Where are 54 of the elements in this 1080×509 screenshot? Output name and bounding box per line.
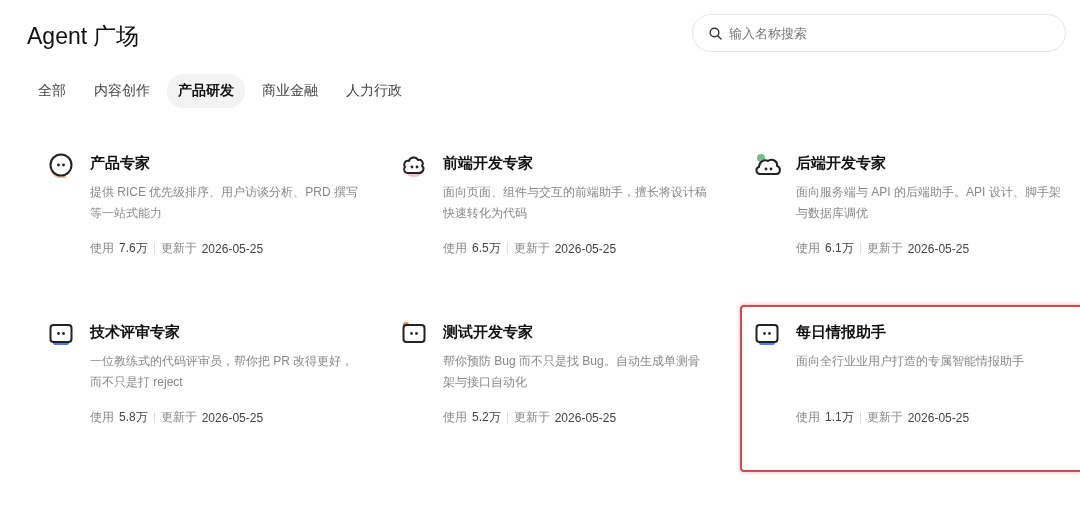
updated-date: 2026-05-25	[201, 241, 264, 256]
agent-card[interactable]: 技术评审专家 一位教练式的代码评审员，帮你把 PR 改得更好，而不只是打 reject 使用 5.8万 更新于 2026-05-25	[34, 305, 377, 472]
updated-label: 更新于	[866, 409, 903, 426]
category-tab[interactable]: 产品研发	[167, 74, 245, 108]
usage-label: 使用	[443, 409, 467, 426]
agent-card[interactable]: 后端开发专家 面向服务端与 API 的后端助手。API 设计、脚手架与数据库调优 使用 6.1万 更新于 2026-05-25	[740, 136, 1080, 303]
usage-label: 使用	[90, 409, 114, 426]
agent-description: 面向全行业业用户打造的专属智能情报助手	[796, 353, 1025, 370]
agent-card[interactable]: 前端开发专家 面向页面、组件与交互的前端助手，擅长将设计稿快速转化为代码 使用 6.5万 更新于 2026-05-25	[387, 136, 730, 303]
agent-name: 产品专家	[90, 153, 151, 173]
agent-description: 帮你预防 Bug 而不只是找 Bug。自动生成单测骨架与接口自动化	[443, 353, 701, 391]
updated-date: 2026-05-25	[554, 410, 617, 425]
category-tab[interactable]: 内容创作	[83, 74, 161, 108]
agent-card[interactable]: 产品专家 提供 RICE 优先级排序、用户访谈分析、PRD 撰写等一站式能力 使用 7.6万 更新于 2026-05-25	[34, 136, 377, 303]
search-field[interactable]: 输入名称搜索	[692, 14, 1066, 52]
cloud-icon	[754, 152, 782, 178]
agent-name: 测试开发专家	[443, 322, 534, 342]
updated-date: 2026-05-25	[907, 241, 970, 256]
usage-count: 6.1万	[825, 240, 854, 257]
updated-date: 2026-05-25	[554, 241, 617, 256]
updated-label: 更新于	[866, 240, 903, 257]
updated-date: 2026-05-25	[907, 410, 970, 425]
search-icon	[709, 27, 722, 40]
usage-count: 5.8万	[119, 409, 148, 426]
agent-description: 面向服务端与 API 的后端助手。API 设计、脚手架与数据库调优	[796, 184, 1062, 222]
agent-name: 后端开发专家	[796, 153, 887, 173]
category-tab[interactable]: 全部	[27, 74, 77, 108]
usage-count: 5.2万	[472, 409, 501, 426]
agent-description: 提供 RICE 优先级排序、用户访谈分析、PRD 撰写等一站式能力	[90, 184, 358, 222]
agent-description: 面向页面、组件与交互的前端助手，擅长将设计稿快速转化为代码	[443, 184, 708, 222]
usage-count: 6.5万	[472, 240, 501, 257]
page-title: Agent 广场	[27, 21, 140, 51]
usage-label: 使用	[443, 240, 467, 257]
agent-card[interactable]: 每日情报助手 面向全行业业用户打造的专属智能情报助手 使用 1.1万 更新于 2026-05-25	[740, 305, 1080, 472]
updated-label: 更新于	[513, 240, 550, 257]
usage-label: 使用	[796, 240, 820, 257]
updated-label: 更新于	[160, 409, 197, 426]
usage-count: 7.6万	[119, 240, 148, 257]
agent-name: 前端开发专家	[443, 153, 534, 173]
category-tab[interactable]: 商业金融	[251, 74, 329, 108]
chat-box-icon	[754, 321, 780, 347]
agent-name: 每日情报助手	[796, 322, 887, 342]
agent-name: 技术评审专家	[90, 322, 181, 342]
updated-label: 更新于	[513, 409, 550, 426]
agent-card[interactable]: 测试开发专家 帮你预防 Bug 而不只是找 Bug。自动生成单测骨架与接口自动化 使用 5.2万 更新于 2026-05-25	[387, 305, 730, 472]
updated-date: 2026-05-25	[201, 410, 264, 425]
usage-label: 使用	[796, 409, 820, 426]
updated-label: 更新于	[160, 240, 197, 257]
agent-description: 一位教练式的代码评审员，帮你把 PR 改得更好，而不只是打 reject	[90, 353, 355, 391]
usage-label: 使用	[90, 240, 114, 257]
face-icon	[48, 152, 74, 178]
chat-box-icon	[48, 321, 74, 347]
category-tab[interactable]: 人力行政	[335, 74, 413, 108]
usage-count: 1.1万	[825, 409, 854, 426]
